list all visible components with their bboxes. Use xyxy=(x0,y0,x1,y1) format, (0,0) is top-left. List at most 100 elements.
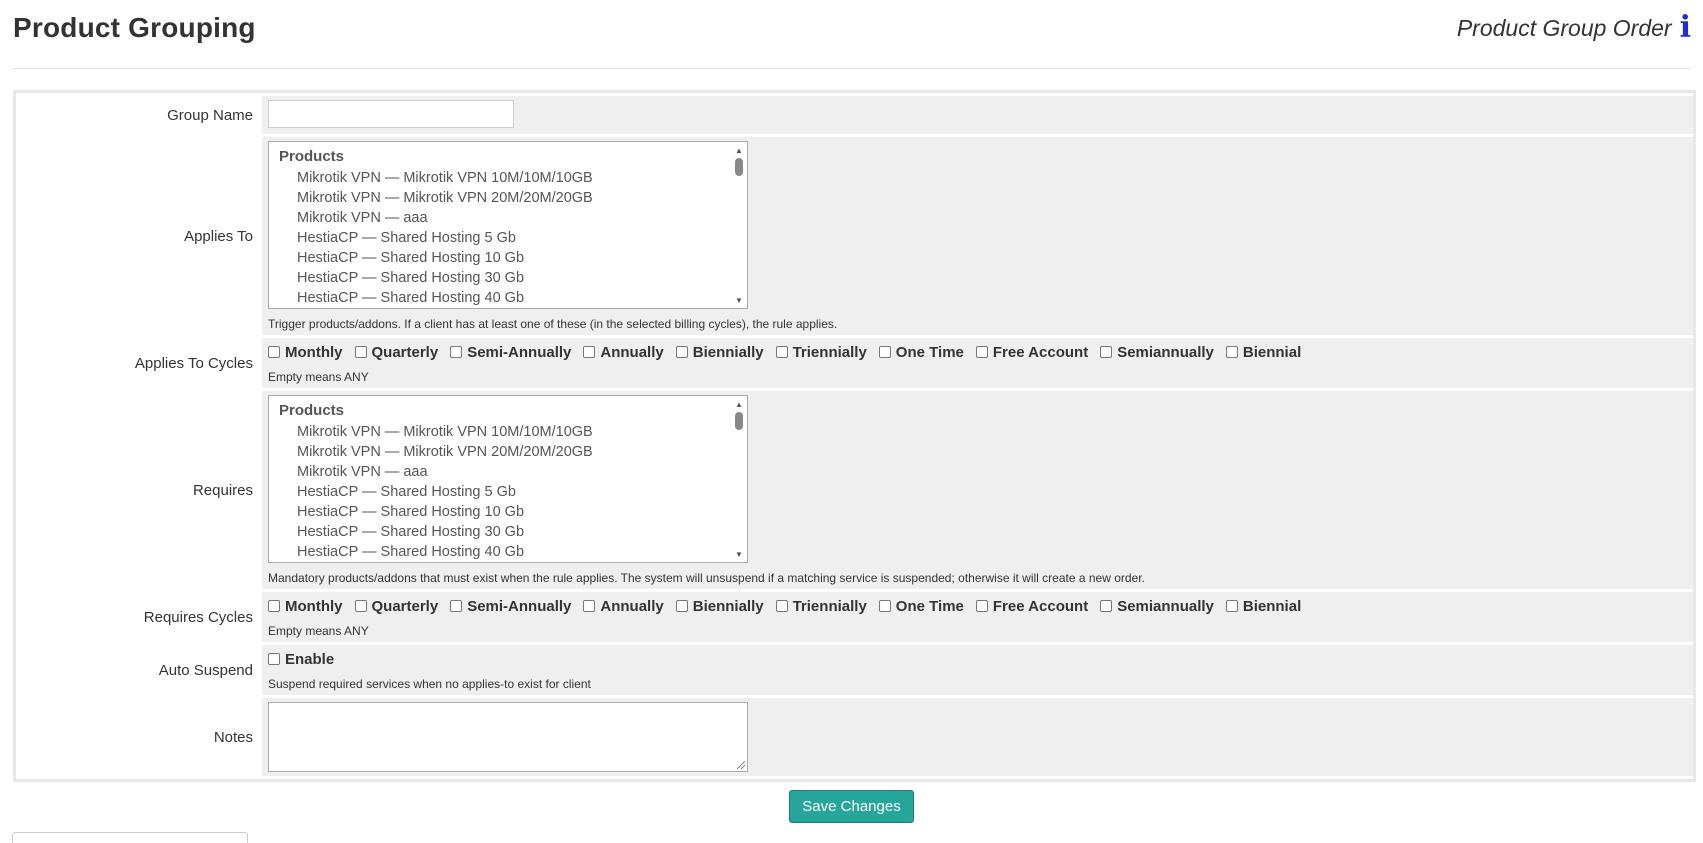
applies-to-listbox[interactable]: Products Mikrotik VPN — Mikrotik VPN 10M… xyxy=(268,141,748,309)
checkbox[interactable] xyxy=(675,600,688,612)
group-name-label: Group Name xyxy=(16,96,262,134)
form-actions: Save Changes xyxy=(0,790,1703,823)
cycle-annually[interactable]: Annually xyxy=(583,344,664,361)
checkbox[interactable] xyxy=(583,600,596,612)
requires-cycles-label: Requires Cycles xyxy=(16,592,262,642)
checkbox[interactable] xyxy=(775,600,788,612)
checkbox[interactable] xyxy=(268,653,280,665)
cycle-free-account[interactable]: Free Account xyxy=(975,598,1088,615)
list-option[interactable]: Mikrotik VPN — Mikrotik VPN 20M/20M/20GB xyxy=(269,188,747,208)
checkbox[interactable] xyxy=(1225,600,1238,612)
checkbox[interactable] xyxy=(354,346,367,358)
checkbox[interactable] xyxy=(775,346,788,358)
info-icon[interactable]: i xyxy=(1680,13,1691,43)
list-option[interactable]: HestiaCP — Shared Hosting 5 Gb xyxy=(269,482,747,502)
notes-textarea[interactable] xyxy=(268,702,748,772)
checkbox[interactable] xyxy=(878,600,891,612)
cycle-monthly[interactable]: Monthly xyxy=(268,598,343,615)
cycle-one-time[interactable]: One Time xyxy=(878,344,964,361)
page-title: Product Grouping xyxy=(13,12,256,43)
list-option[interactable]: Mikrotik VPN — Mikrotik VPN 10M/10M/10GB xyxy=(269,422,747,442)
row-auto-suspend: Auto Suspend Enable Suspend required ser… xyxy=(16,645,1693,695)
cycle-free-account[interactable]: Free Account xyxy=(975,344,1088,361)
row-applies-to-cycles: Applies To Cycles Monthly Quarterly Semi… xyxy=(16,338,1693,388)
product-group-order-link[interactable]: Product Group Order i xyxy=(1457,13,1691,43)
row-requires-cycles: Requires Cycles Monthly Quarterly Semi-A… xyxy=(16,592,1693,642)
checkbox[interactable] xyxy=(354,600,367,612)
save-changes-button[interactable]: Save Changes xyxy=(789,790,914,823)
checkbox[interactable] xyxy=(675,346,688,358)
checkbox[interactable] xyxy=(1100,346,1113,358)
cycle-quarterly[interactable]: Quarterly xyxy=(354,598,438,615)
checkbox[interactable] xyxy=(450,600,463,612)
checkbox[interactable] xyxy=(450,346,463,358)
group-name-input[interactable] xyxy=(268,100,514,128)
row-applies-to: Applies To Products Mikrotik VPN — Mikro… xyxy=(16,137,1693,335)
auto-suspend-label: Auto Suspend xyxy=(16,645,262,695)
cycle-semi-annually[interactable]: Semi-Annually xyxy=(450,598,571,615)
list-option[interactable]: HestiaCP — Shared Hosting 10 Gb xyxy=(269,248,747,268)
listbox-scrollbar[interactable]: ▲ ▼ xyxy=(733,146,745,306)
scroll-down-arrow-icon[interactable]: ▼ xyxy=(733,550,745,560)
scroll-up-arrow-icon[interactable]: ▲ xyxy=(733,400,745,410)
cycle-biennial[interactable]: Biennial xyxy=(1225,344,1301,361)
page-header: Product Grouping Product Group Order i xyxy=(12,0,1691,69)
requires-cycles-group: Monthly Quarterly Semi-Annually Annually… xyxy=(268,596,1689,616)
cycle-triennially[interactable]: Triennially xyxy=(775,344,867,361)
optgroup-products: Products xyxy=(279,402,345,419)
bottom-panel-edge xyxy=(12,832,248,843)
scroll-up-arrow-icon[interactable]: ▲ xyxy=(733,146,745,156)
cycle-semi-annually[interactable]: Semi-Annually xyxy=(450,344,571,361)
checkbox[interactable] xyxy=(268,346,280,358)
list-option[interactable]: HestiaCP — Shared Hosting 5 Gb xyxy=(269,228,747,248)
applies-to-cycles-group: Monthly Quarterly Semi-Annually Annually… xyxy=(268,342,1689,362)
checkbox[interactable] xyxy=(975,346,988,358)
list-option[interactable]: Mikrotik VPN — Mikrotik VPN 20M/20M/20GB xyxy=(269,442,747,462)
checkbox[interactable] xyxy=(975,600,988,612)
product-grouping-form: Group Name Applies To Products Mikrotik … xyxy=(13,90,1696,782)
resize-handle-icon[interactable] xyxy=(737,761,745,769)
auto-suspend-help: Suspend required services when no applie… xyxy=(268,677,591,691)
list-option[interactable]: Mikrotik VPN — Mikrotik VPN 10M/10M/10GB xyxy=(269,168,747,188)
cycle-biennially[interactable]: Biennially xyxy=(675,598,764,615)
applies-to-cycles-label: Applies To Cycles xyxy=(16,338,262,388)
checkbox[interactable] xyxy=(1225,346,1238,358)
requires-cycles-help: Empty means ANY xyxy=(268,624,369,638)
product-group-order-label[interactable]: Product Group Order xyxy=(1457,15,1672,42)
scroll-thumb[interactable] xyxy=(735,412,743,430)
cycle-one-time[interactable]: One Time xyxy=(878,598,964,615)
list-option[interactable]: HestiaCP — Shared Hosting 40 Gb xyxy=(269,288,747,308)
requires-help: Mandatory products/addons that must exis… xyxy=(268,571,1145,585)
cycle-biennial[interactable]: Biennial xyxy=(1225,598,1301,615)
list-option[interactable]: HestiaCP — Shared Hosting 30 Gb xyxy=(269,268,747,288)
notes-label: Notes xyxy=(16,698,262,776)
list-option[interactable]: Mikrotik VPN — aaa xyxy=(269,208,747,228)
cycle-semiannually[interactable]: Semiannually xyxy=(1100,344,1214,361)
list-option[interactable]: HestiaCP — Shared Hosting 40 Gb xyxy=(269,542,747,562)
checkbox[interactable] xyxy=(1100,600,1113,612)
cycle-biennially[interactable]: Biennially xyxy=(675,344,764,361)
list-option[interactable]: Mikrotik VPN — aaa xyxy=(269,462,747,482)
auto-suspend-enable[interactable]: Enable xyxy=(268,651,334,668)
row-requires: Requires Products Mikrotik VPN — Mikroti… xyxy=(16,391,1693,589)
checkbox[interactable] xyxy=(583,346,596,358)
applies-to-cycles-help: Empty means ANY xyxy=(268,370,369,384)
cycle-quarterly[interactable]: Quarterly xyxy=(354,344,438,361)
applies-to-label: Applies To xyxy=(16,137,262,335)
row-notes: Notes xyxy=(16,698,1693,776)
scroll-down-arrow-icon[interactable]: ▼ xyxy=(733,296,745,306)
list-option[interactable]: HestiaCP — Shared Hosting 10 Gb xyxy=(269,502,747,522)
cycle-triennially[interactable]: Triennially xyxy=(775,598,867,615)
checkbox[interactable] xyxy=(268,600,280,612)
scroll-thumb[interactable] xyxy=(735,158,743,176)
requires-listbox[interactable]: Products Mikrotik VPN — Mikrotik VPN 10M… xyxy=(268,395,748,563)
cycle-annually[interactable]: Annually xyxy=(583,598,664,615)
checkbox[interactable] xyxy=(878,346,891,358)
listbox-scrollbar[interactable]: ▲ ▼ xyxy=(733,400,745,560)
list-option[interactable]: HestiaCP — Shared Hosting 30 Gb xyxy=(269,522,747,542)
cycle-monthly[interactable]: Monthly xyxy=(268,344,343,361)
applies-to-help: Trigger products/addons. If a client has… xyxy=(268,317,838,331)
optgroup-products: Products xyxy=(279,148,345,165)
requires-label: Requires xyxy=(16,391,262,589)
cycle-semiannually[interactable]: Semiannually xyxy=(1100,598,1214,615)
